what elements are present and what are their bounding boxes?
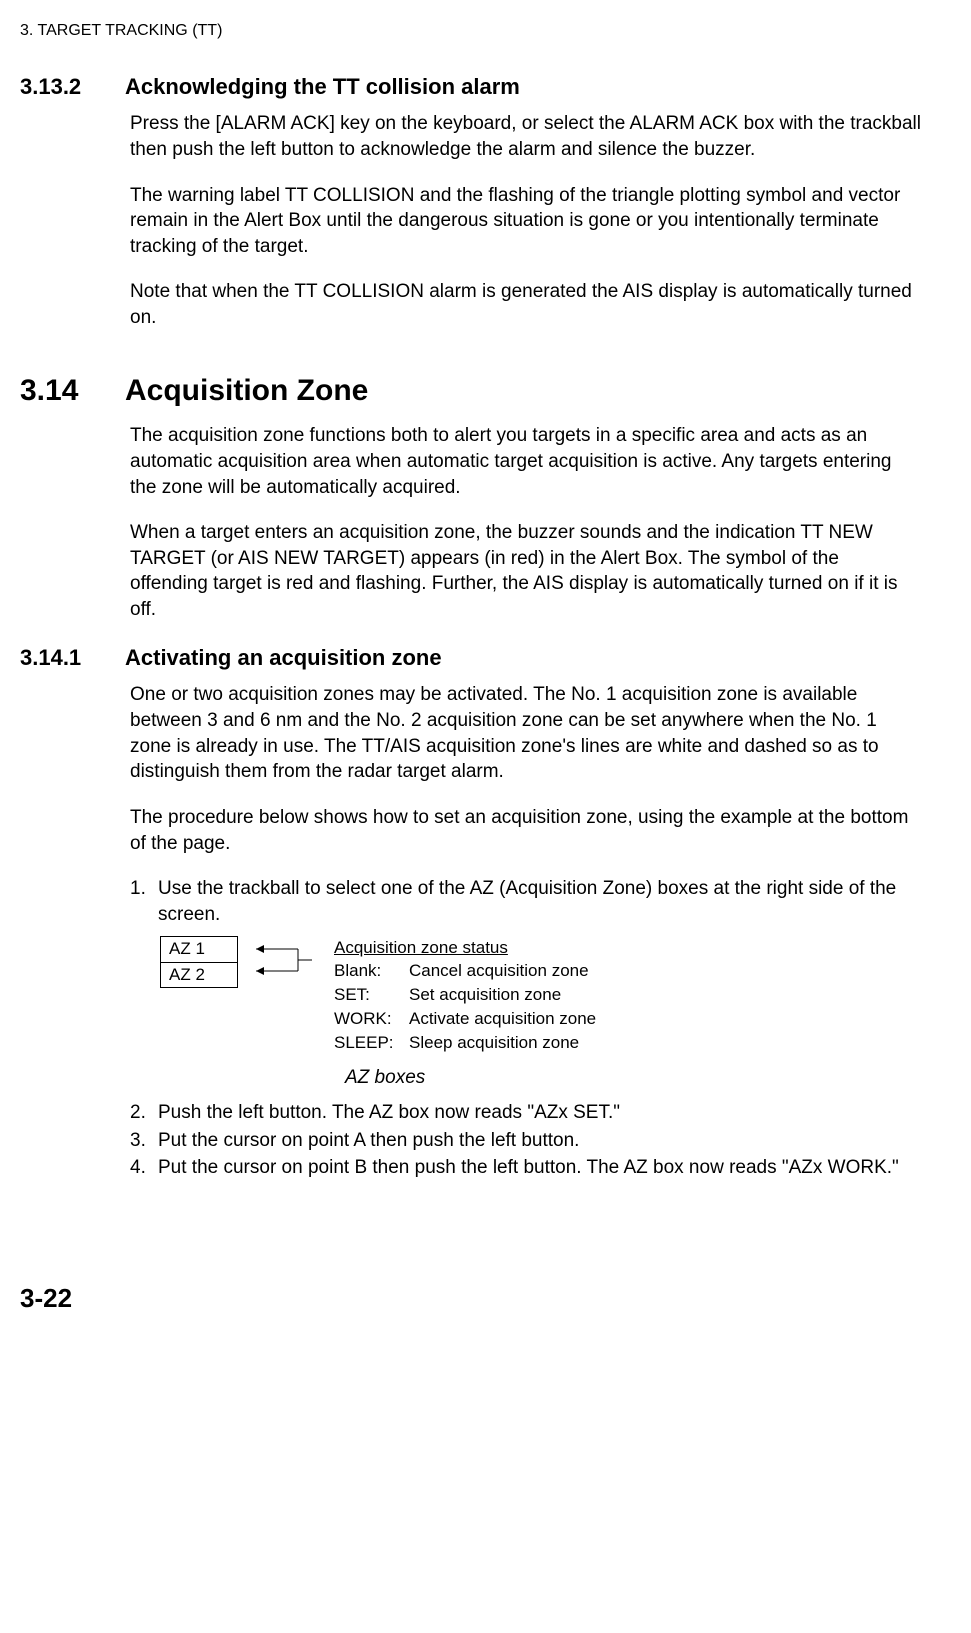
leader-arrows-icon <box>256 938 316 984</box>
heading-text: Activating an acquisition zone <box>125 643 442 673</box>
az-box-group: AZ 1 AZ 2 <box>160 936 238 989</box>
az-status-label: WORK: <box>334 1007 409 1031</box>
running-header: 3. TARGET TRACKING (TT) <box>20 20 921 42</box>
step-number: 2. <box>130 1100 158 1126</box>
step-number: 4. <box>130 1155 158 1181</box>
paragraph: The acquisition zone functions both to a… <box>130 423 921 500</box>
az-2-box: AZ 2 <box>160 962 238 989</box>
az-status-table: Acquisition zone status Blank: Cancel ac… <box>334 936 596 1055</box>
step-item: 4. Put the cursor on point B then push t… <box>130 1155 921 1181</box>
heading-text: Acquisition Zone <box>125 371 368 412</box>
step-item: 3. Put the cursor on point A then push t… <box>130 1128 921 1154</box>
heading-number: 3.14.1 <box>20 643 95 673</box>
paragraph: The warning label TT COLLISION and the f… <box>130 183 921 260</box>
az-status-desc: Activate acquisition zone <box>409 1007 596 1031</box>
figure-caption: AZ boxes <box>345 1065 921 1091</box>
paragraph: Press the [ALARM ACK] key on the keyboar… <box>130 111 921 162</box>
heading-3-14-1: 3.14.1 Activating an acquisition zone <box>20 643 921 673</box>
az-boxes-figure: AZ 1 AZ 2 Acquisition zone status Blank:… <box>160 936 921 1091</box>
paragraph: Note that when the TT COLLISION alarm is… <box>130 279 921 330</box>
step-text: Push the left button. The AZ box now rea… <box>158 1100 620 1126</box>
az-status-label: Blank: <box>334 959 409 983</box>
step-item: 1. Use the trackball to select one of th… <box>130 876 921 927</box>
heading-3-13-2: 3.13.2 Acknowledging the TT collision al… <box>20 72 921 102</box>
paragraph: One or two acquisition zones may be acti… <box>130 682 921 785</box>
az-status-label: SET: <box>334 983 409 1007</box>
az-status-row: SET: Set acquisition zone <box>334 983 596 1007</box>
step-number: 3. <box>130 1128 158 1154</box>
paragraph: The procedure below shows how to set an … <box>130 805 921 856</box>
az-1-box: AZ 1 <box>160 936 238 962</box>
az-status-label: SLEEP: <box>334 1031 409 1055</box>
az-status-desc: Sleep acquisition zone <box>409 1031 579 1055</box>
heading-3-14: 3.14 Acquisition Zone <box>20 371 921 412</box>
az-status-row: WORK: Activate acquisition zone <box>334 1007 596 1031</box>
az-status-row: Blank: Cancel acquisition zone <box>334 959 596 983</box>
az-status-desc: Cancel acquisition zone <box>409 959 589 983</box>
az-status-desc: Set acquisition zone <box>409 983 561 1007</box>
heading-number: 3.13.2 <box>20 72 95 102</box>
step-text: Put the cursor on point B then push the … <box>158 1155 899 1181</box>
step-number: 1. <box>130 876 158 927</box>
heading-number: 3.14 <box>20 371 95 412</box>
paragraph: When a target enters an acquisition zone… <box>130 520 921 623</box>
step-item: 2. Push the left button. The AZ box now … <box>130 1100 921 1126</box>
az-status-row: SLEEP: Sleep acquisition zone <box>334 1031 596 1055</box>
step-text: Use the trackball to select one of the A… <box>158 876 921 927</box>
heading-text: Acknowledging the TT collision alarm <box>125 72 520 102</box>
step-text: Put the cursor on point A then push the … <box>158 1128 579 1154</box>
page-number: 3-22 <box>20 1281 921 1316</box>
az-status-title: Acquisition zone status <box>334 936 596 960</box>
